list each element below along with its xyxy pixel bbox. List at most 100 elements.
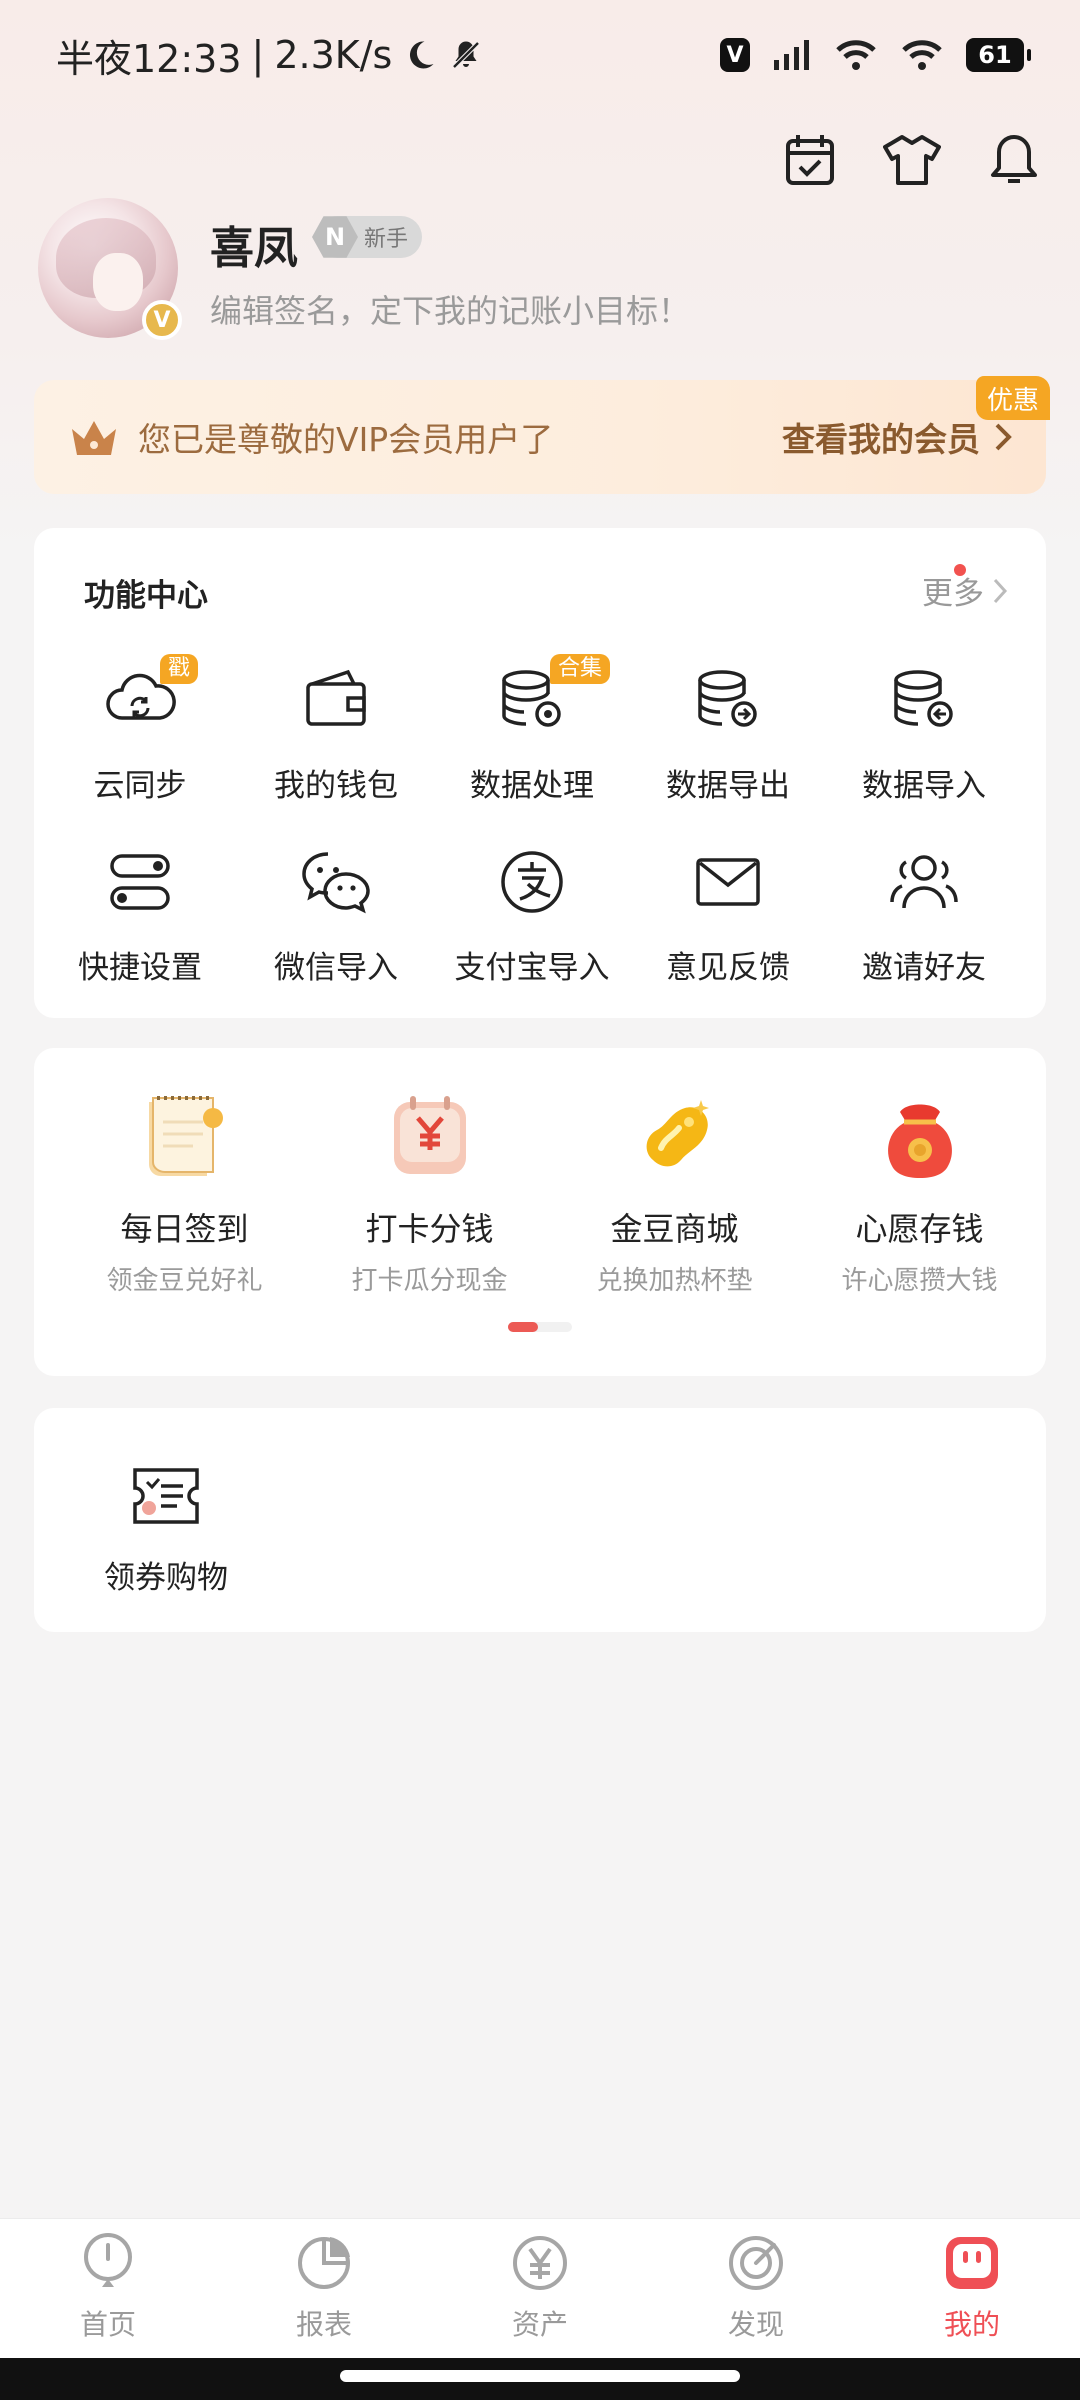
activities-row: 每日签到 领金豆兑好礼 打卡分钱 打卡瓜分现金 金豆商城 兑换加热杯垫 心愿存钱… (34, 1088, 1046, 1297)
view-membership-link[interactable]: 查看我的会员 (782, 413, 1012, 461)
func-feedback[interactable]: 意见反馈 (630, 840, 826, 1022)
view-membership-label: 查看我的会员 (782, 420, 980, 459)
status-separator: | (251, 33, 265, 77)
activities-card: 每日签到 领金豆兑好礼 打卡分钱 打卡瓜分现金 金豆商城 兑换加热杯垫 心愿存钱… (34, 1048, 1046, 1376)
func-label: 我的钱包 (274, 768, 398, 804)
lucky-bag-icon (887, 1104, 952, 1178)
activity-punch-split[interactable]: 打卡分钱 打卡瓜分现金 (307, 1088, 552, 1297)
func-shortcut-settings[interactable]: 快捷设置 (42, 840, 238, 1022)
toggle-settings-icon (110, 854, 170, 910)
bell-icon[interactable] (984, 130, 1044, 190)
wifi-icon (836, 40, 876, 70)
func-label: 数据处理 (470, 768, 594, 804)
users-icon (890, 855, 958, 909)
more-link[interactable]: 更多 (922, 564, 1008, 613)
vpn-icon: V (720, 38, 750, 72)
network-speed: 2.3K/s (274, 33, 393, 77)
nav-label: 资产 (511, 2308, 568, 2341)
status-right: V 61 (720, 38, 1031, 72)
pager-active-dot (508, 1322, 538, 1332)
activity-label: 每日签到 (120, 1210, 249, 1248)
coupon-shopping[interactable]: 领券购物 (104, 1464, 228, 1597)
home-pin-icon (84, 2233, 132, 2287)
money-calendar-icon (393, 1096, 466, 1174)
calendar-check-icon[interactable] (780, 130, 840, 190)
nav-label: 我的 (943, 2308, 1000, 2341)
activity-daily-checkin[interactable]: 每日签到 领金豆兑好礼 (62, 1088, 307, 1297)
func-alipay-import[interactable]: 支付宝导入 (434, 840, 630, 1022)
notification-dot (954, 564, 966, 576)
function-center-card: 功能中心 更多 戳 云同步 我的钱包 合集 数据处理 数据导出 数据导入 快捷设… (34, 528, 1046, 1018)
status-bar: 半夜12:33 | 2.3K/s V 61 (0, 0, 1080, 110)
status-left: 半夜12:33 | 2.3K/s (56, 28, 484, 83)
moon-icon (410, 41, 434, 69)
func-invite-friends[interactable]: 邀请好友 (826, 840, 1022, 1022)
home-indicator[interactable] (340, 2370, 740, 2382)
vip-banner[interactable]: 您已是尊敬的VIP会员用户了 查看我的会员 优惠 (34, 376, 1050, 494)
level-badge[interactable]: N 新手 (312, 216, 423, 258)
avatar-face (93, 253, 143, 311)
activity-gold-bean-mall[interactable]: 金豆商城 兑换加热杯垫 (552, 1088, 797, 1297)
func-label: 邀请好友 (862, 950, 986, 986)
battery-indicator: 61 (966, 38, 1031, 72)
vip-status-text: 您已是尊敬的VIP会员用户了 (138, 420, 554, 459)
activity-label: 打卡分钱 (365, 1210, 494, 1248)
data-processing-badge: 合集 (550, 654, 611, 685)
activity-wish-savings[interactable]: 心愿存钱 许心愿攒大钱 (797, 1088, 1042, 1297)
func-label: 快捷设置 (78, 950, 202, 986)
gold-bean-icon (646, 1100, 709, 1167)
pie-chart-icon (298, 2237, 350, 2289)
nav-assets[interactable]: 资产 (432, 2219, 648, 2358)
signal-icon (774, 40, 809, 70)
bottom-nav: 首页 报表 资产 发现 我的 (0, 2218, 1080, 2358)
nav-label: 首页 (79, 2308, 136, 2341)
func-wallet[interactable]: 我的钱包 (238, 658, 434, 840)
crown-icon (72, 421, 116, 455)
coupon-card: 领券购物 (34, 1408, 1046, 1632)
level-label: 新手 (364, 227, 409, 252)
nav-home[interactable]: 首页 (0, 2219, 216, 2358)
compass-icon (729, 2236, 783, 2290)
activity-subtitle: 打卡瓜分现金 (351, 1266, 508, 1296)
func-cloud-sync[interactable]: 戳 云同步 (42, 654, 238, 840)
nav-label: 报表 (295, 2308, 352, 2341)
func-label: 云同步 (93, 768, 187, 804)
coupon-icon (133, 1468, 199, 1524)
activity-label: 心愿存钱 (855, 1210, 984, 1248)
wifi-icon-secondary (902, 40, 942, 70)
username[interactable]: 喜凤 (210, 212, 298, 276)
carousel-pager (508, 1322, 572, 1332)
promo-badge: 优惠 (976, 376, 1050, 420)
chevron-right-icon (993, 578, 1008, 603)
function-grid: 戳 云同步 我的钱包 合集 数据处理 数据导出 数据导入 快捷设置 微信导入 支… (34, 654, 1046, 1022)
func-data-import[interactable]: 数据导入 (826, 658, 1022, 840)
activity-subtitle: 兑换加热杯垫 (596, 1266, 753, 1296)
func-data-export[interactable]: 数据导出 (630, 658, 826, 840)
alipay-icon (501, 851, 563, 913)
func-label: 支付宝导入 (454, 950, 610, 986)
activity-subtitle: 许心愿攒大钱 (841, 1266, 998, 1296)
wechat-icon (302, 852, 370, 914)
nav-label: 发现 (727, 2308, 784, 2341)
wallet-icon (306, 669, 366, 726)
calendar-page-icon (148, 1096, 223, 1176)
mail-icon (696, 858, 760, 906)
coupon-label: 领券购物 (104, 1560, 228, 1596)
mute-bell-icon (452, 41, 480, 69)
avatar[interactable]: V (38, 198, 182, 340)
function-center-title: 功能中心 (84, 578, 208, 614)
shirt-icon[interactable] (882, 130, 942, 190)
nav-mine[interactable]: 我的 (864, 2219, 1080, 2358)
func-label: 数据导入 (862, 768, 986, 804)
nav-reports[interactable]: 报表 (216, 2219, 432, 2358)
func-data-processing[interactable]: 合集 数据处理 (434, 654, 630, 840)
database-import-icon (894, 670, 953, 727)
activity-label: 金豆商城 (610, 1210, 739, 1248)
yen-coin-icon (513, 2236, 567, 2290)
mine-face-icon (946, 2237, 998, 2289)
func-wechat-import[interactable]: 微信导入 (238, 840, 434, 1022)
func-label: 意见反馈 (666, 950, 790, 986)
signature-prompt[interactable]: 编辑签名，定下我的记账小目标！ (210, 286, 690, 332)
vip-avatar-badge: V (142, 300, 182, 340)
nav-discover[interactable]: 发现 (648, 2219, 864, 2358)
